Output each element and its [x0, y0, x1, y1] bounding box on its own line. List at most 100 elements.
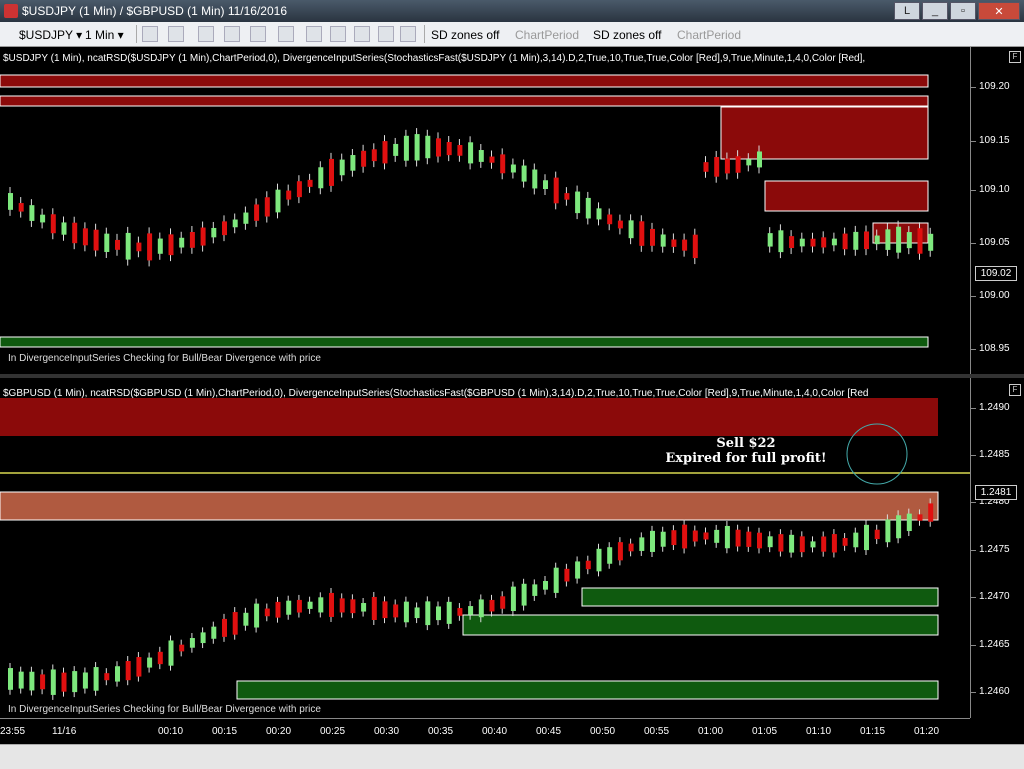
time-label: 00:50	[590, 726, 616, 737]
candle	[564, 193, 570, 200]
candle	[425, 601, 431, 626]
price-tick	[971, 87, 976, 88]
interval-dropdown[interactable]: 1 Min ▾	[84, 26, 125, 44]
candle	[18, 203, 24, 212]
trade-annotation-line1: Sell $22	[716, 436, 776, 451]
horizontal-scrollbar[interactable]	[0, 744, 1024, 769]
supply-zone	[720, 106, 929, 160]
price-tick	[971, 692, 976, 693]
candle	[810, 541, 816, 548]
candle	[714, 529, 720, 543]
candle	[189, 232, 195, 248]
candle	[168, 640, 174, 666]
demand-zone	[236, 680, 939, 700]
candle	[82, 228, 88, 246]
candle	[489, 599, 495, 612]
chart-icon[interactable]	[354, 26, 370, 42]
sd-zones-button-2[interactable]: SD zones off	[592, 26, 662, 44]
time-label: 00:55	[644, 726, 670, 737]
candle	[789, 534, 795, 553]
candle	[724, 525, 730, 549]
gbpusd-chart-pane[interactable]: $GBPUSD (1 Min), ncatRSD($GBPUSD (1 Min)…	[0, 378, 970, 718]
time-axis[interactable]: 23:55 11/16 00:10 00:15 00:20 00:25 00:3…	[0, 718, 970, 745]
candle	[831, 534, 837, 553]
candle	[243, 612, 249, 626]
dollar-icon[interactable]	[378, 26, 394, 42]
candle	[596, 208, 602, 220]
strategy-icon[interactable]	[330, 26, 346, 42]
candle	[553, 567, 559, 593]
candle	[468, 606, 474, 615]
candle	[607, 214, 613, 225]
cursor-icon[interactable]	[250, 26, 266, 42]
candle	[200, 632, 206, 644]
chart-period-button-1[interactable]: ChartPeriod	[514, 26, 580, 44]
candle	[607, 547, 613, 564]
symbol-dropdown[interactable]: $USDJPY ▾	[18, 26, 83, 44]
close-button[interactable]: ✕	[978, 2, 1020, 20]
candle	[136, 242, 142, 252]
candle	[232, 612, 238, 635]
demand-zone	[581, 587, 939, 607]
candle	[906, 513, 912, 532]
candle	[93, 229, 99, 251]
time-label: 00:20	[266, 726, 292, 737]
candle	[671, 530, 677, 546]
candle	[724, 158, 730, 174]
candle	[61, 222, 67, 235]
candle	[8, 668, 13, 690]
time-label: 11/16	[52, 726, 77, 737]
gbpusd-study-label: $GBPUSD (1 Min), ncatRSD($GBPUSD (1 Min)…	[3, 388, 869, 399]
usdjpy-price-axis[interactable]: F 109.20 109.15 109.10 109.05 109.00 108…	[970, 47, 1024, 374]
candle	[296, 599, 302, 613]
gbpusd-current-price: 1.2481	[975, 485, 1017, 500]
drawing-tool-icon[interactable]	[198, 26, 214, 42]
gbpusd-price-axis[interactable]: F 1.2490 1.2485 1.2480 1.2475 1.2470 1.2…	[970, 378, 1024, 718]
candle	[82, 672, 88, 689]
pencil-icon[interactable]	[168, 26, 184, 42]
candle	[553, 177, 559, 204]
sd-zones-button-1[interactable]: SD zones off	[430, 26, 500, 44]
usdjpy-format-button[interactable]: F	[1009, 51, 1021, 63]
candle	[650, 228, 655, 246]
candle	[928, 233, 934, 251]
gbpusd-format-button[interactable]: F	[1009, 384, 1021, 396]
minimize-button[interactable]: _	[922, 2, 948, 20]
candle	[478, 599, 484, 618]
time-label: 00:30	[374, 726, 400, 737]
candle	[789, 236, 795, 249]
candle	[671, 239, 677, 247]
candle	[382, 601, 388, 619]
zoom-icon[interactable]	[278, 26, 294, 42]
candle	[714, 156, 720, 177]
usdjpy-chart-pane[interactable]: $USDJPY (1 Min), ncatRSD($USDJPY (1 Min)…	[0, 47, 970, 374]
mode-button[interactable]: L	[894, 2, 920, 20]
candle	[864, 231, 869, 250]
candle	[115, 239, 120, 250]
candle	[543, 581, 548, 590]
candle	[757, 151, 762, 168]
candle	[18, 671, 24, 689]
magnet-icon[interactable]	[224, 26, 240, 42]
candle	[264, 197, 270, 217]
price-tick	[971, 141, 976, 142]
candle	[232, 219, 238, 228]
candle	[371, 596, 377, 620]
price-label: 109.20	[979, 81, 1010, 92]
candle	[596, 548, 602, 572]
restore-button[interactable]: ▫	[950, 2, 976, 20]
candle	[660, 531, 666, 547]
time-label: 00:35	[428, 726, 454, 737]
candle	[532, 584, 538, 596]
document-icon[interactable]	[400, 26, 416, 42]
candle	[468, 142, 474, 164]
candle	[264, 608, 270, 617]
candle	[842, 538, 848, 546]
chart-period-button-2[interactable]: ChartPeriod	[676, 26, 742, 44]
candle	[414, 607, 420, 619]
candle	[778, 534, 784, 552]
bar-type-icon[interactable]	[142, 26, 158, 42]
candle	[436, 606, 441, 621]
supply-zone	[764, 180, 929, 212]
indicator-icon[interactable]	[306, 26, 322, 42]
